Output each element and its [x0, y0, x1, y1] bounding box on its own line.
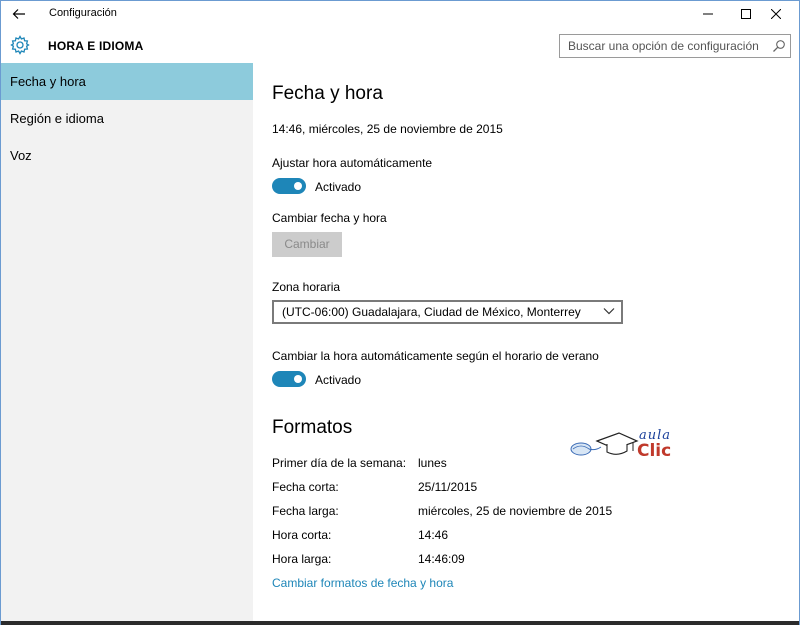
change-datetime-label: Cambiar fecha y hora	[272, 211, 387, 225]
format-label: Hora corta:	[272, 528, 332, 542]
timezone-label: Zona horaria	[272, 280, 341, 294]
sidebar-item-fecha-y-hora[interactable]: Fecha y hora	[1, 63, 253, 100]
logo-text-clic: Clic	[637, 441, 672, 461]
toggle-knob	[294, 182, 302, 190]
settings-header: HORA E IDIOMA	[1, 27, 799, 63]
format-label: Fecha larga:	[272, 504, 339, 518]
format-value: 25/11/2015	[418, 480, 478, 494]
format-label: Fecha corta:	[272, 480, 339, 494]
close-icon	[771, 9, 781, 19]
format-value: 14:46	[418, 528, 449, 542]
formats-title: Formatos	[272, 417, 353, 438]
close-button[interactable]	[753, 1, 799, 27]
title-bar: Configuración	[1, 1, 799, 27]
back-arrow-icon	[12, 9, 25, 19]
sidebar-item-voz[interactable]: Voz	[1, 137, 253, 174]
sidebar-item-region-e-idioma[interactable]: Región e idioma	[1, 100, 253, 137]
page-title: Fecha y hora	[272, 83, 383, 104]
format-value: miércoles, 25 de noviembre de 2015	[418, 504, 613, 518]
back-button[interactable]	[7, 3, 31, 25]
maximize-icon	[741, 9, 751, 19]
dst-toggle[interactable]	[272, 371, 306, 387]
current-datetime: 14:46, miércoles, 25 de noviembre de 201…	[272, 122, 503, 136]
format-value: 14:46:09	[418, 552, 465, 566]
gear-icon	[10, 35, 30, 55]
minimize-icon	[703, 13, 713, 15]
search-box[interactable]	[559, 34, 791, 58]
change-datetime-button[interactable]: Cambiar	[272, 232, 342, 257]
sidebar: Fecha y hora Región e idioma Voz	[1, 63, 253, 621]
dst-label: Cambiar la hora automáticamente según el…	[272, 349, 599, 363]
auto-time-state: Activado	[315, 180, 362, 194]
taskbar-strip	[1, 621, 799, 625]
window-title: Configuración	[49, 7, 117, 19]
format-label: Hora larga:	[272, 552, 332, 566]
format-label: Primer día de la semana:	[272, 456, 407, 470]
timezone-value: (UTC-06:00) Guadalajara, Ciudad de Méxic…	[282, 305, 581, 319]
auto-time-label: Ajustar hora automáticamente	[272, 156, 433, 170]
timezone-select[interactable]: (UTC-06:00) Guadalajara, Ciudad de Méxic…	[272, 300, 623, 324]
section-title: HORA E IDIOMA	[48, 39, 144, 53]
change-formats-link[interactable]: Cambiar formatos de fecha y hora	[272, 576, 453, 590]
search-input[interactable]	[560, 35, 768, 57]
format-value: lunes	[418, 456, 447, 470]
toggle-knob	[294, 375, 302, 383]
search-icon[interactable]	[772, 39, 786, 53]
chevron-down-icon	[603, 308, 615, 315]
dst-state: Activado	[315, 373, 362, 387]
auto-time-toggle[interactable]	[272, 178, 306, 194]
